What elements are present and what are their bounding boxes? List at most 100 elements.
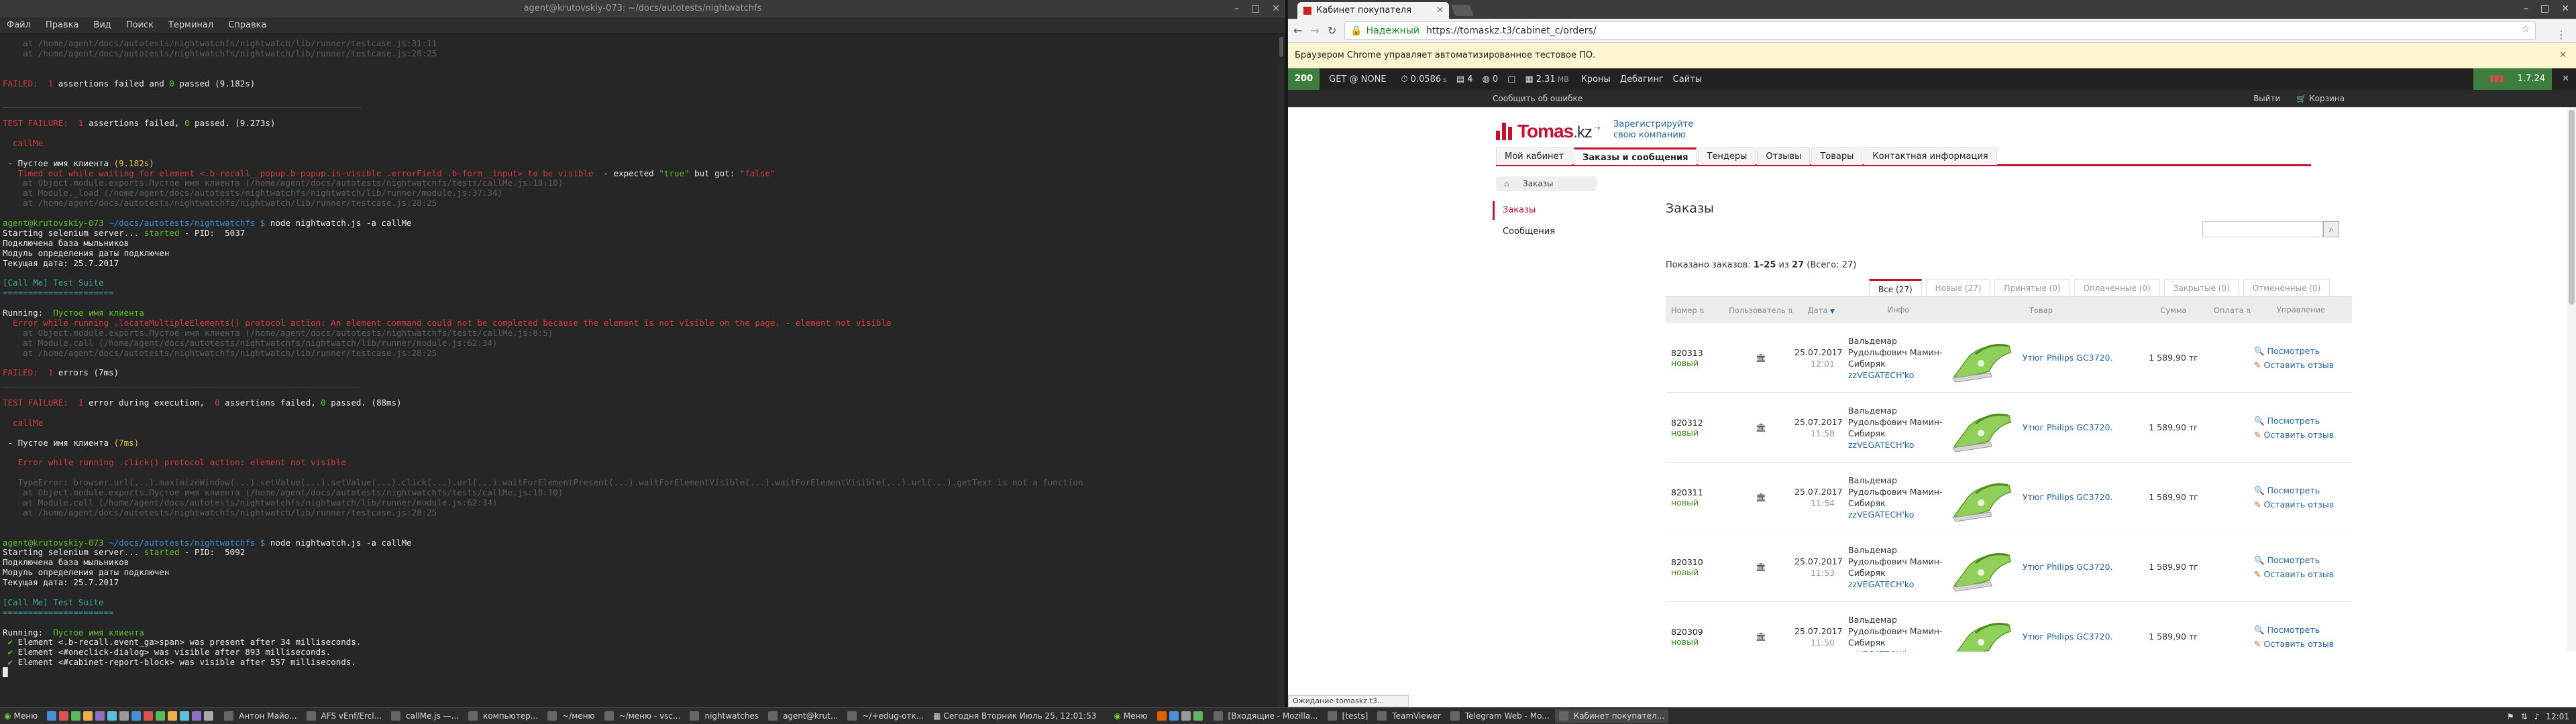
terminal-scrollbar[interactable]	[1279, 35, 1284, 707]
status-tab[interactable]: Принятые (0)	[1994, 279, 2070, 296]
breadcrumb-item[interactable]: Заказы	[1523, 179, 1554, 188]
nav-tab[interactable]: Товары	[1811, 147, 1863, 165]
close-icon[interactable]: ✕	[2561, 0, 2569, 17]
status-tab[interactable]: Оплаченные (0)	[2074, 279, 2160, 296]
company-link[interactable]: zzVEGATECH'ko	[1848, 369, 1949, 381]
taskbar-window[interactable]: AFS vEnf/Ercl...	[303, 709, 386, 723]
star-icon[interactable]: ☆	[2521, 24, 2530, 35]
launcher-icon[interactable]	[119, 711, 129, 721]
leave-review-link[interactable]: ✎ Оставить отзыв	[2254, 567, 2348, 581]
browser-menu-icon[interactable]: ⋮	[2556, 28, 2567, 41]
debug-request[interactable]: GET @ NONE	[1329, 74, 1386, 84]
leave-review-link[interactable]: ✎ Оставить отзыв	[2254, 497, 2348, 511]
view-order-link[interactable]: 🔍 Посмотреть	[2254, 623, 2348, 637]
taskbar-window[interactable]: TeamViewer	[1373, 709, 1445, 723]
launcher-icon[interactable]	[1157, 711, 1167, 721]
maximize-icon[interactable]: □	[1251, 0, 1260, 17]
taskbar-window[interactable]: agent@krut...	[764, 709, 842, 723]
sidebar-item[interactable]: Сообщения	[1493, 223, 1660, 241]
col-header-number[interactable]: Номер ⇅	[1666, 306, 1727, 315]
nav-tab[interactable]: Мой кабинет	[1496, 147, 1573, 165]
product-image[interactable]	[1949, 400, 2016, 456]
close-icon[interactable]: ✕	[1272, 0, 1280, 17]
address-bar[interactable]: 🔒 Надежный https://tomaskz.t3/cabinet_c/…	[1344, 21, 2536, 40]
nav-tab[interactable]: Контактная информация	[1864, 147, 1997, 165]
company-link[interactable]: zzVEGATECH'ko	[1848, 648, 1949, 652]
launcher-icon[interactable]	[144, 711, 154, 721]
launcher-icon[interactable]	[59, 711, 69, 721]
terminal-menu-item[interactable]: Поиск	[126, 17, 154, 33]
order-number[interactable]: 820313	[1671, 348, 1727, 358]
launcher-icon[interactable]	[156, 711, 166, 721]
calendar-clock[interactable]: ▦ Сегодня Вторник Июль 25, 12:01:53	[929, 709, 1100, 723]
nav-tab[interactable]: Заказы и сообщения	[1574, 147, 1697, 165]
logout-link[interactable]: Выйти	[2253, 90, 2280, 107]
register-company-link[interactable]: ➝ Зарегистрируйте свою компанию	[1593, 119, 1693, 141]
terminal-output[interactable]: at /home/agent/docs/autotests/nightwatch…	[0, 35, 1287, 707]
launcher-icon[interactable]	[71, 711, 81, 721]
product-image[interactable]	[1949, 469, 2016, 526]
company-link[interactable]: zzVEGATECH'ko	[1848, 509, 1949, 520]
terminal-menu-item[interactable]: Справка	[228, 17, 266, 33]
product-link[interactable]: Утюг Philips GC3720.	[2023, 422, 2112, 432]
order-number[interactable]: 820310	[1671, 557, 1727, 567]
company-link[interactable]: zzVEGATECH'ko	[1848, 439, 1949, 450]
browser-tab[interactable]: Кабинет покупателя ✕	[1297, 2, 1449, 19]
launcher-icon[interactable]	[168, 711, 178, 721]
col-header-payment[interactable]: Оплата ⇅	[2214, 306, 2254, 315]
nav-tab[interactable]: Отзывы	[1757, 147, 1811, 165]
minimize-icon[interactable]: –	[2524, 0, 2528, 17]
scrollbar-thumb[interactable]	[1279, 37, 1283, 57]
reload-icon[interactable]: ↻	[1328, 24, 1336, 37]
view-order-link[interactable]: 🔍 Посмотреть	[2254, 553, 2348, 567]
menu-button-2[interactable]: ◉ Меню	[1110, 709, 1151, 723]
debug-link[interactable]: Дебагинг	[1620, 74, 1664, 84]
search-input[interactable]	[2202, 221, 2323, 237]
status-tab[interactable]: Новые (27)	[1925, 279, 1991, 296]
order-number[interactable]: 820312	[1671, 418, 1727, 428]
terminal-menu-item[interactable]: Правка	[46, 17, 78, 33]
infobar-close-icon[interactable]: ✕	[2559, 43, 2567, 68]
taskbar-window[interactable]: Telegram Web - Mo...	[1446, 709, 1554, 723]
launcher-icon[interactable]	[180, 711, 190, 721]
search-button[interactable]: ⌕	[2323, 221, 2339, 237]
status-tab[interactable]: Отмененные (0)	[2243, 279, 2330, 296]
menu-button[interactable]: ◉ Меню	[0, 709, 42, 723]
taskbar-window[interactable]: ~/+еdug-отк...	[843, 709, 928, 723]
launcher-icon[interactable]	[1181, 711, 1191, 721]
tab-close-icon[interactable]: ✕	[1436, 2, 1444, 19]
col-header-user[interactable]: Пользователь ⇅	[1727, 306, 1794, 315]
taskbar-window[interactable]: callMe.js —...	[387, 709, 463, 723]
volume-icon[interactable]: ♪	[2534, 712, 2540, 721]
taskbar-window[interactable]: ~/меню	[543, 709, 598, 723]
flag-icon[interactable]: ⚑	[2507, 712, 2514, 721]
launcher-icon[interactable]	[107, 711, 117, 721]
view-order-link[interactable]: 🔍 Посмотреть	[2254, 344, 2348, 358]
product-link[interactable]: Утюг Philips GC3720.	[2023, 562, 2112, 572]
company-link[interactable]: zzVEGATECH'ko	[1848, 579, 1949, 590]
launcher-icon[interactable]	[95, 711, 105, 721]
launcher-icon[interactable]	[47, 711, 57, 721]
product-link[interactable]: Утюг Philips GC3720.	[2023, 353, 2112, 363]
launcher-icon[interactable]	[1169, 711, 1179, 721]
status-tab[interactable]: Все (27)	[1869, 279, 1922, 296]
taskbar-window[interactable]: ~/меню - vsc...	[600, 709, 685, 723]
order-number[interactable]: 820309	[1671, 627, 1727, 637]
scrollbar-thumb[interactable]	[2569, 110, 2575, 304]
debug-link[interactable]: Сайты	[1673, 74, 1702, 84]
taskbar-window[interactable]: Антон Майо...	[220, 709, 301, 723]
product-link[interactable]: Утюг Philips GC3720.	[2023, 631, 2112, 642]
taskbar-window[interactable]: nightwatches	[686, 709, 763, 723]
launcher-icon[interactable]	[192, 711, 202, 721]
minimize-icon[interactable]: –	[1234, 0, 1239, 17]
product-image[interactable]	[1949, 609, 2016, 652]
nav-tab[interactable]: Тендеры	[1698, 147, 1756, 165]
forward-icon[interactable]: →	[1310, 24, 1319, 37]
debug-close-icon[interactable]: ✕	[2562, 68, 2569, 90]
terminal-menu-item[interactable]: Вид	[93, 17, 111, 33]
terminal-menu-item[interactable]: Терминал	[168, 17, 213, 33]
network-icon[interactable]: ⇅	[2521, 712, 2528, 721]
debug-link[interactable]: Кроны	[1581, 74, 1611, 84]
status-tab[interactable]: Закрытые (0)	[2163, 279, 2239, 296]
col-header-date[interactable]: Дата ▼	[1794, 306, 1848, 315]
